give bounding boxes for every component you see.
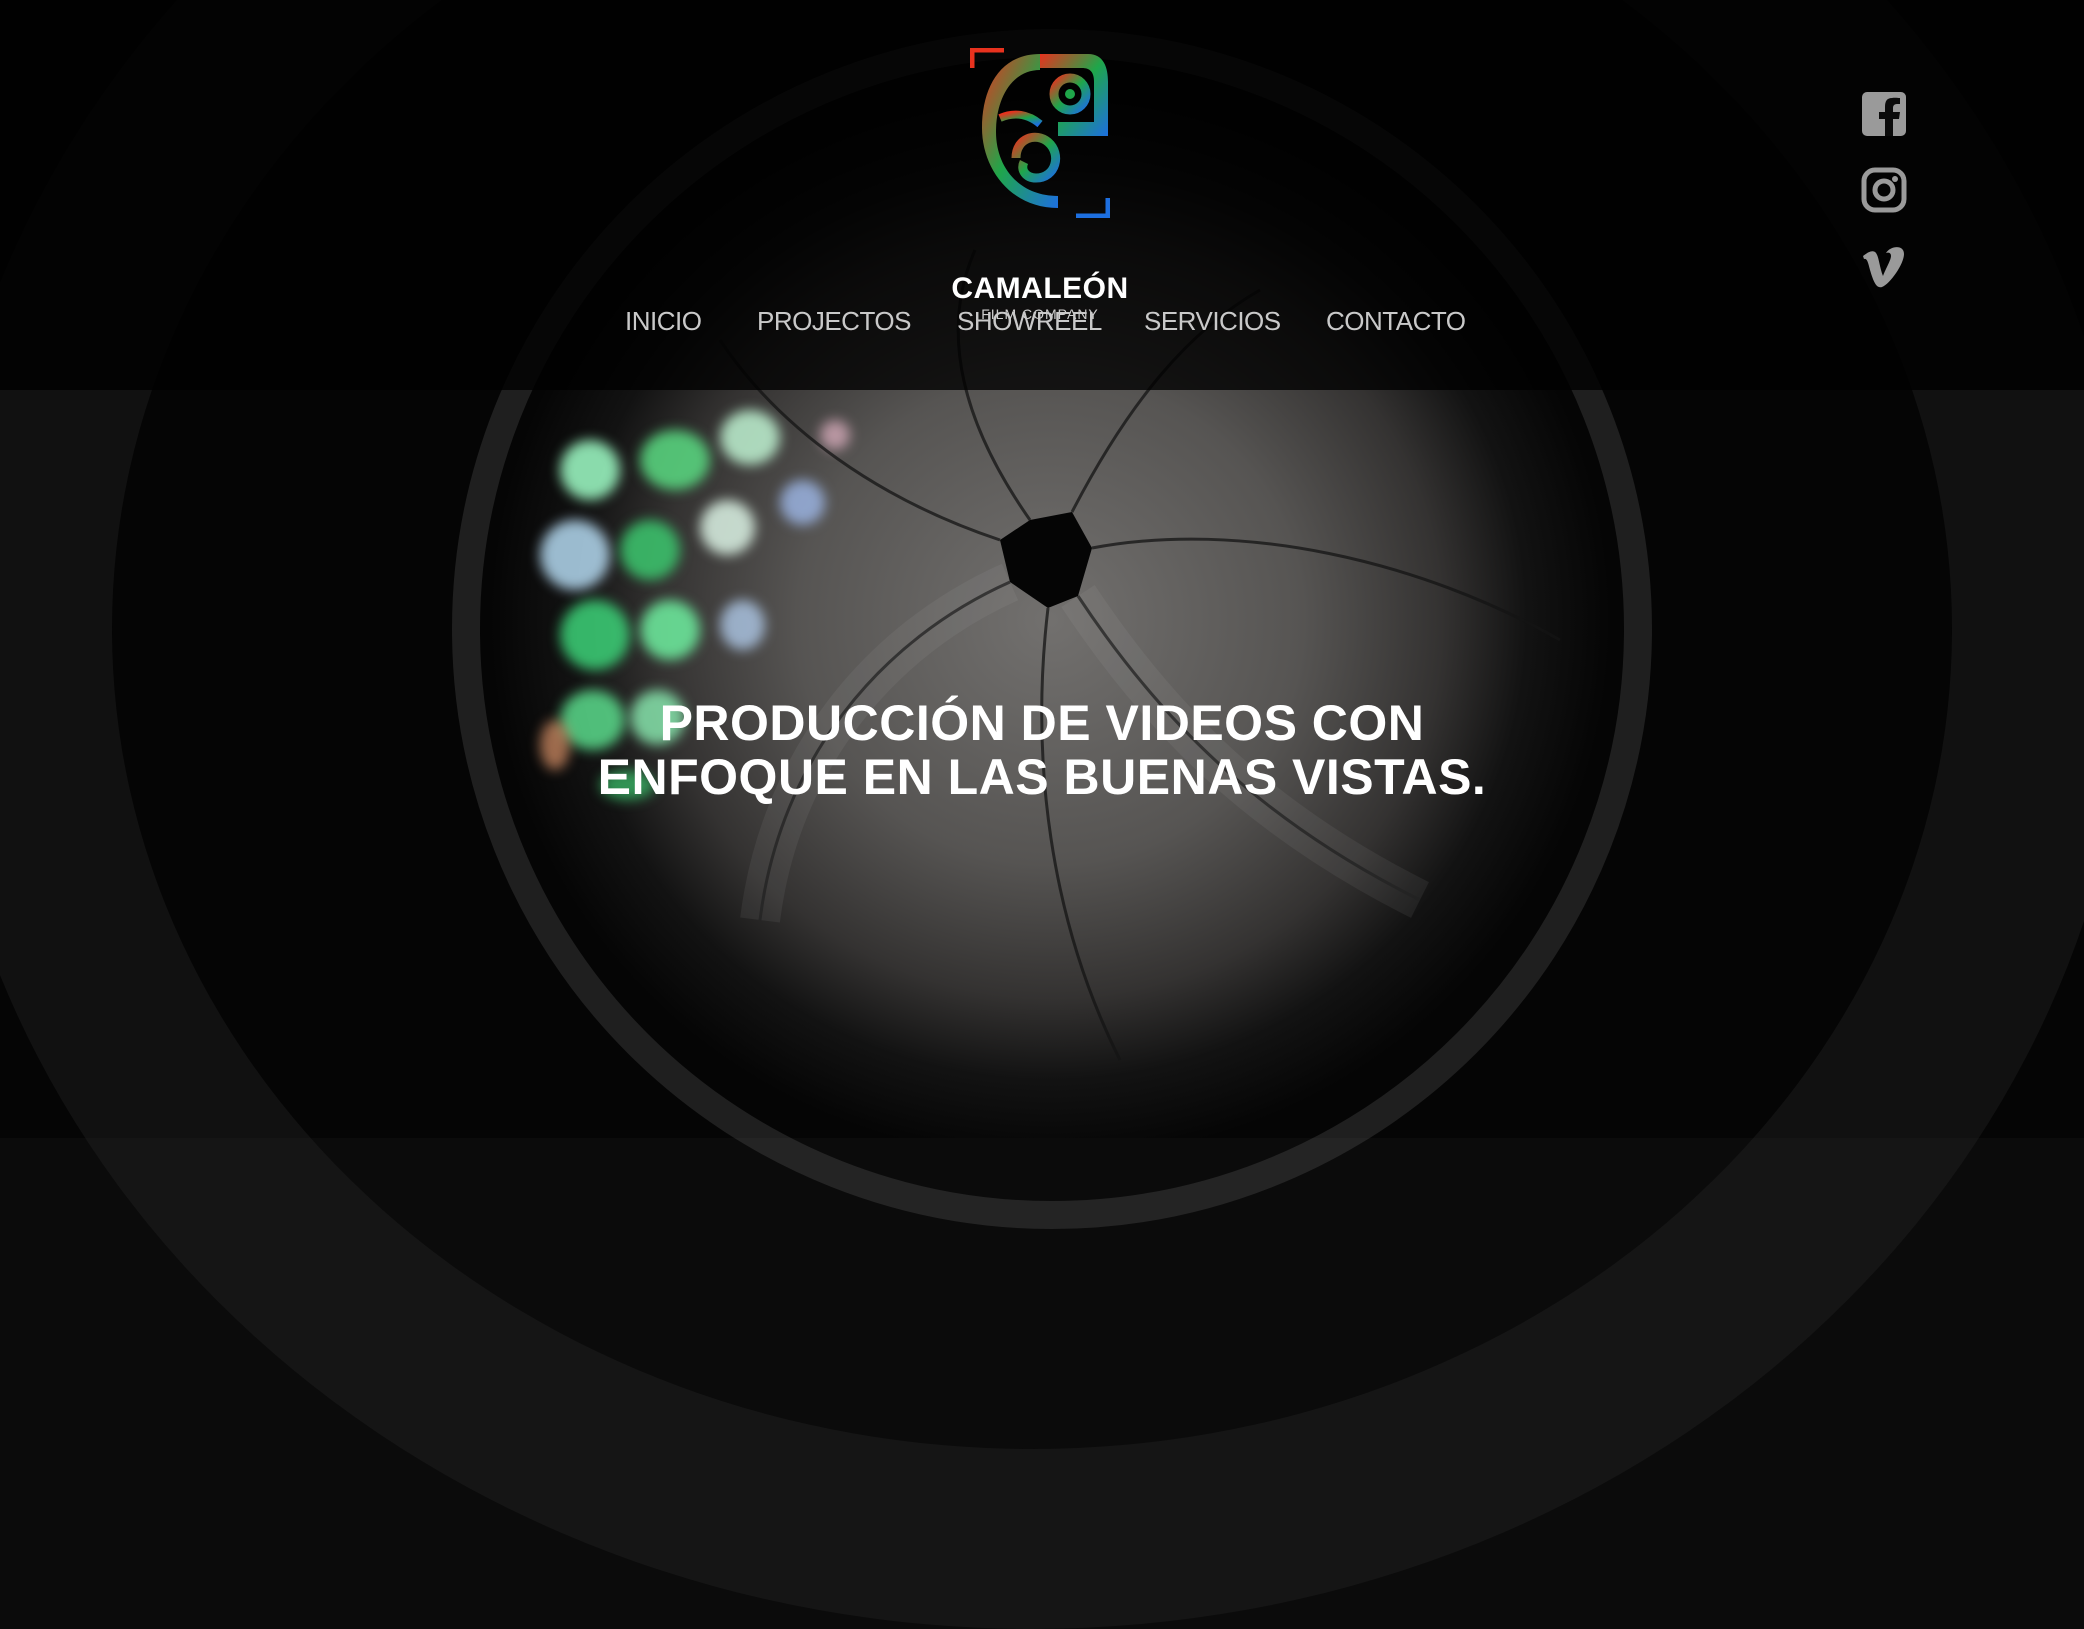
hero-headline-line-1: PRODUCCIÓN DE VIDEOS CON [659,694,1425,751]
nav-item-projectos[interactable]: PROJECTOS [757,306,911,337]
nav-item-contacto[interactable]: CONTACTO [1326,306,1466,337]
instagram-icon[interactable] [1860,166,1908,214]
brand-logo[interactable]: CAMALEÓN FILM COMPANY [951,48,1128,322]
hero-headline-line-2: ENFOQUE EN LAS BUENAS VISTAS. [597,748,1487,805]
main-navigation: INICIO PROJECTOS SHOWREEL SERVICIOS CONT… [0,306,2084,346]
hero-headline: PRODUCCIÓN DE VIDEOS CON ENFOQUE EN LAS … [542,696,1542,804]
nav-item-servicios[interactable]: SERVICIOS [1144,306,1281,337]
facebook-icon[interactable] [1860,90,1908,138]
chameleon-logo-icon [970,48,1110,218]
nav-item-showreel[interactable]: SHOWREEL [957,306,1102,337]
vimeo-icon[interactable] [1860,244,1908,292]
brand-name: CAMALEÓN [951,272,1129,305]
site-header: CAMALEÓN FILM COMPANY INICIO PROJECTOS S… [0,0,2084,390]
nav-item-inicio[interactable]: INICIO [625,306,702,337]
